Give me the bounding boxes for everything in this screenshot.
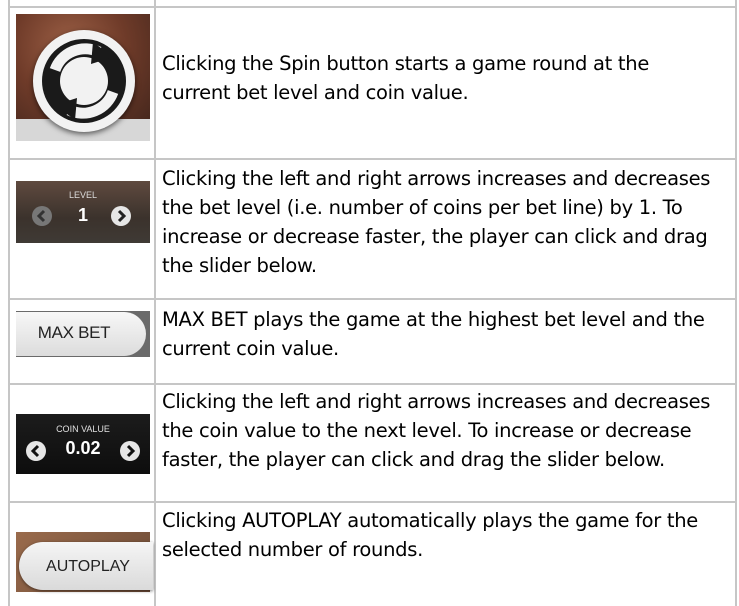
arrow-right-icon (120, 441, 140, 461)
level-label: LEVEL (68, 190, 98, 200)
max-bet-thumbnail: MAX BET (16, 311, 150, 357)
table-row-divider (8, 158, 737, 160)
coin-value-description: Clicking the left and right arrows incre… (162, 390, 711, 471)
level-control-thumbnail: LEVEL 1 (16, 181, 150, 243)
arrow-right-icon (111, 206, 131, 226)
coin-value-label: COIN VALUE (56, 424, 110, 434)
spin-description: Clicking the Spin button starts a game r… (162, 52, 650, 104)
table-border-right (735, 0, 737, 606)
spin-icon (33, 30, 135, 132)
coin-value-thumbnail: COIN VALUE 0.02 (16, 414, 150, 474)
table-border-top (8, 6, 737, 8)
max-bet-label: MAX BET (37, 323, 111, 342)
max-bet-description: MAX BET plays the game at the highest be… (162, 308, 705, 360)
table-border-left (8, 0, 10, 606)
autoplay-thumbnail: AUTOPLAY (16, 532, 153, 592)
table-row-divider (8, 383, 737, 385)
spin-button-thumbnail (16, 14, 150, 141)
autoplay-label: AUTOPLAY (46, 558, 130, 575)
table-column-divider (154, 0, 156, 606)
table-row-divider (8, 298, 737, 300)
autoplay-description: Clicking AUTOPLAY automatically plays th… (162, 509, 699, 561)
table-row-divider (8, 501, 737, 503)
level-description: Clicking the left and right arrows incre… (162, 167, 711, 277)
